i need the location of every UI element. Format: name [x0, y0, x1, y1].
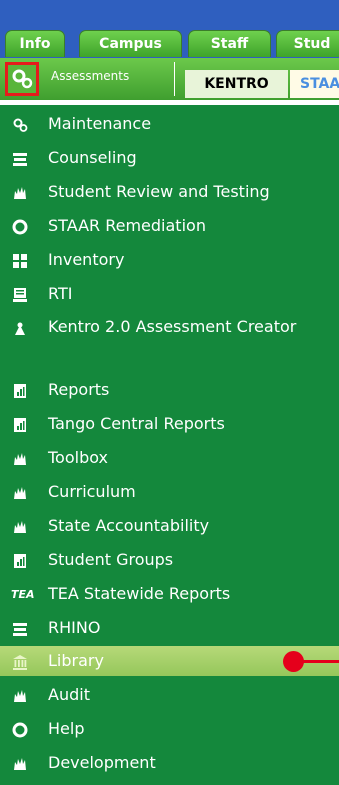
report-icon — [14, 554, 26, 568]
menu-item-student-groups[interactable]: Student Groups — [0, 545, 339, 575]
subtab-staar[interactable]: STAA — [290, 70, 339, 98]
tab-staff[interactable]: Staff — [188, 30, 271, 57]
menu-label: RHINO — [48, 618, 101, 637]
menu-label: Toolbox — [48, 448, 108, 467]
menu-label: Help — [48, 719, 85, 738]
menu-item-curriculum[interactable]: Curriculum — [0, 477, 339, 507]
menu-label: Library — [48, 651, 104, 670]
annotation-line — [302, 660, 339, 663]
menu-item-audit[interactable]: Audit — [0, 680, 339, 710]
menu-item-kentro-assessment-creator[interactable]: Kentro 2.0 Assessment Creator — [0, 313, 339, 377]
menu-item-state-accountability[interactable]: State Accountability — [0, 511, 339, 541]
side-menu: Maintenance Counseling Student Review an… — [0, 105, 339, 785]
menu-label: Inventory — [48, 250, 125, 269]
menu-label: Tango Central Reports — [48, 414, 225, 433]
top-tab-bar: Info Campus Staff Stud — [0, 26, 339, 58]
menu-label: STAAR Remediation — [48, 216, 206, 235]
menu-item-help[interactable]: Help — [0, 714, 339, 744]
menu-label: TEA Statewide Reports — [48, 584, 231, 603]
menu-item-rhino[interactable]: RHINO — [0, 613, 339, 643]
tab-campus[interactable]: Campus — [79, 30, 182, 57]
lifebuoy-icon — [12, 219, 28, 235]
tab-info[interactable]: Info — [5, 30, 65, 57]
menu-item-inventory[interactable]: Inventory — [0, 245, 339, 275]
gears-icon — [12, 69, 33, 89]
menu-label: Audit — [48, 685, 90, 704]
menu-label: Kentro 2.0 Assessment Creator — [48, 317, 297, 336]
people-icon — [14, 521, 26, 533]
menu-label: Counseling — [48, 148, 137, 167]
subtab-kentro[interactable]: KENTRO — [185, 70, 288, 98]
app-frame: Info Campus Staff Stud Assessments KENTR… — [0, 0, 339, 785]
rti-icon — [13, 288, 27, 302]
assessments-gear-button[interactable] — [5, 62, 39, 96]
menu-label: RTI — [48, 284, 73, 303]
top-bar — [0, 0, 339, 26]
menu-item-toolbox[interactable]: Toolbox — [0, 443, 339, 473]
menu-label: Maintenance — [48, 114, 152, 133]
module-label: Assessments — [51, 69, 130, 83]
menu-label: Curriculum — [48, 482, 136, 501]
menu-item-tea-statewide-reports[interactable]: TEA TEA Statewide Reports — [0, 579, 339, 609]
report-icon — [14, 384, 26, 398]
menu-item-development[interactable]: Development — [0, 748, 339, 778]
people-icon — [14, 690, 26, 702]
menu-item-tango-central-reports[interactable]: Tango Central Reports — [0, 409, 339, 439]
menu-item-rti[interactable]: RTI — [0, 279, 339, 309]
menu-label: Reports — [48, 380, 110, 399]
menu-item-reports[interactable]: Reports — [0, 375, 339, 405]
tab-students[interactable]: Stud — [276, 30, 339, 57]
people-icon — [14, 758, 26, 770]
report-icon — [14, 418, 26, 432]
tea-icon: TEA — [11, 588, 35, 601]
library-icon — [13, 655, 27, 670]
menu-label: Student Groups — [48, 550, 174, 569]
gears-icon — [13, 118, 28, 132]
annotation-dot — [283, 651, 304, 672]
menu-item-staar-remediation[interactable]: STAAR Remediation — [0, 211, 339, 241]
books-icon — [13, 153, 27, 166]
lifebuoy-icon — [12, 722, 28, 738]
menu-item-maintenance[interactable]: Maintenance — [0, 109, 339, 139]
menu-label: State Accountability — [48, 516, 210, 535]
people-icon — [14, 187, 26, 199]
boxes-icon — [13, 254, 27, 268]
menu-item-student-review[interactable]: Student Review and Testing — [0, 177, 339, 207]
subbar-divider — [174, 62, 175, 96]
books-icon — [13, 623, 27, 636]
people-icon — [14, 487, 26, 499]
menu-label: Student Review and Testing — [48, 182, 270, 201]
people-icon — [14, 453, 26, 465]
menu-item-counseling[interactable]: Counseling — [0, 143, 339, 173]
menu-label: Development — [48, 753, 156, 772]
